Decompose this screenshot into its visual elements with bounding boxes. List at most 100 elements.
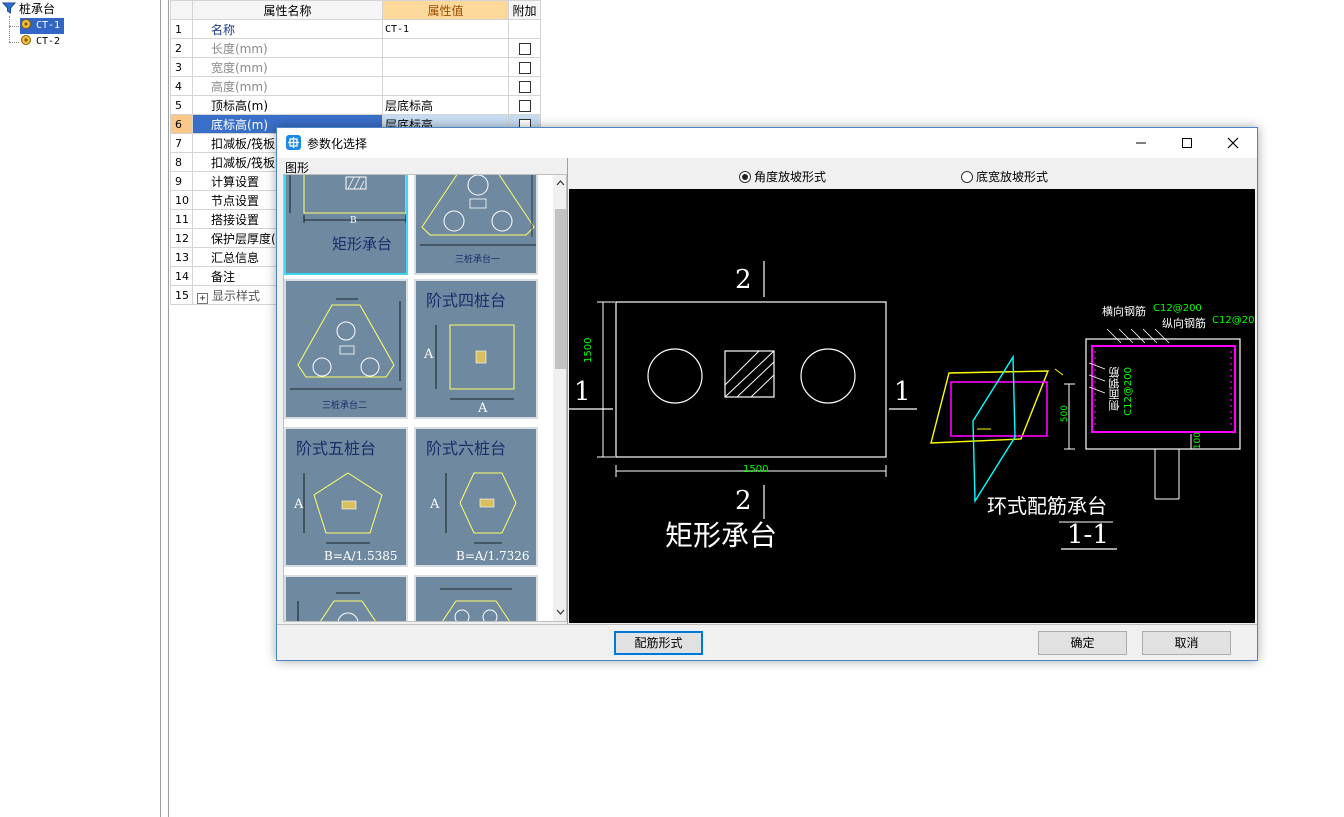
section-mark-top: 2: [735, 265, 752, 295]
plan-title: 矩形承台: [665, 519, 778, 552]
thumb-rect-drawing: [289, 175, 406, 223]
row-number: 6: [170, 114, 193, 134]
row-number: 5: [170, 95, 193, 115]
scroll-up-icon[interactable]: [553, 177, 566, 192]
rebar-longitudinal-spec: C12@200: [1212, 315, 1255, 326]
shape-gallery: B 矩形承台 三桩承台一 三桩承台二 阶式四桩台 A A 阶式五桩台 A B=A…: [283, 174, 567, 622]
section-mark-right: 1: [894, 377, 911, 407]
row-number: 3: [170, 57, 193, 77]
property-name-label: 显示样式: [212, 288, 261, 303]
row-number: 13: [170, 247, 193, 267]
tree-item-ct-1[interactable]: CT-1: [20, 18, 65, 34]
property-name: 名称: [192, 19, 383, 39]
section-label: 1-1: [1067, 520, 1109, 550]
extra-checkbox[interactable]: [518, 99, 531, 112]
property-extra: [508, 95, 541, 115]
section-mark-bottom: 2: [735, 486, 752, 516]
property-extra: [508, 38, 541, 58]
gallery-scrollbar[interactable]: [553, 175, 566, 621]
panel-splitter[interactable]: [161, 0, 169, 817]
dim-section-height: 500: [1060, 405, 1070, 423]
thumb-rect-cap[interactable]: B 矩形承台: [284, 175, 408, 275]
dim-width-label: 1500: [743, 464, 769, 475]
tree-connector: [9, 42, 19, 43]
tree-item-ct-2[interactable]: CT-2: [20, 34, 60, 50]
rebar-longitudinal-label: 纵向钢筋: [1162, 317, 1206, 330]
dialog-titlebar[interactable]: 参数化选择: [277, 128, 1257, 158]
property-row[interactable]: 2 长度(mm): [170, 38, 541, 58]
dialog-title: 参数化选择: [307, 137, 368, 151]
property-value[interactable]: CT-1: [382, 19, 509, 39]
row-number: 2: [170, 38, 193, 58]
thumb-pile-cap-8[interactable]: [414, 575, 538, 621]
thumb-title: 矩形承台: [332, 235, 393, 253]
scroll-down-icon[interactable]: [553, 606, 566, 621]
property-extra: [508, 76, 541, 96]
property-extra: [508, 57, 541, 77]
thumb-stepped-drawing: [435, 324, 515, 400]
rebar-side-label: 侧面钢筋: [1108, 367, 1121, 411]
property-name: 高度(mm): [192, 76, 383, 96]
tree-root-label: 桩承台: [19, 2, 56, 16]
maximize-icon[interactable]: [1164, 128, 1210, 158]
row-number: 15: [170, 285, 193, 305]
cad-preview-drawing: [569, 261, 1241, 550]
scroll-thumb[interactable]: [555, 209, 566, 369]
property-row[interactable]: 5 顶标高(m) 层底标高: [170, 95, 541, 115]
radio-angle-label: 角度放坡形式: [754, 170, 827, 184]
thumb-stepped-six[interactable]: 阶式六桩台 A B=A/1.7326: [414, 427, 538, 567]
thumb-three-pile-1[interactable]: 三桩承台一: [414, 175, 538, 275]
component-tree: 桩承台 CT-1 CT-2: [0, 0, 161, 817]
grid-header-name[interactable]: 属性名称: [192, 0, 383, 20]
rebar-form-button[interactable]: 配筋形式: [614, 631, 703, 655]
row-number: 7: [170, 133, 193, 153]
ok-button[interactable]: 确定: [1038, 631, 1127, 655]
property-value[interactable]: [382, 38, 509, 58]
property-row[interactable]: 3 宽度(mm): [170, 57, 541, 77]
thumb-dim-label: A: [430, 497, 440, 512]
row-number: 10: [170, 190, 193, 210]
grid-header-extra[interactable]: 附加: [508, 0, 541, 20]
property-value[interactable]: 层底标高: [382, 95, 509, 115]
tree-root[interactable]: 桩承台: [2, 1, 55, 17]
thumb-partial-drawing: [440, 588, 512, 621]
property-name: 宽度(mm): [192, 57, 383, 77]
thumb-pentagon-drawing: [303, 472, 383, 544]
footer-divider: [277, 624, 1257, 625]
app-icon: [286, 135, 301, 150]
section-title: 环式配筋承台: [987, 494, 1107, 518]
radio-unchecked-icon: [961, 171, 973, 183]
property-name: 顶标高(m): [192, 95, 383, 115]
property-row[interactable]: 4 高度(mm): [170, 76, 541, 96]
property-name: 长度(mm): [192, 38, 383, 58]
cancel-button[interactable]: 取消: [1142, 631, 1231, 655]
grid-header-num: [170, 0, 193, 20]
section-mark-left: 1: [574, 377, 591, 407]
dim-cover: 100: [1193, 432, 1203, 450]
thumb-stepped-four[interactable]: 阶式四桩台 A A: [414, 279, 538, 419]
row-number: 8: [170, 152, 193, 172]
thumb-title: 三桩承台一: [455, 255, 501, 265]
thumb-dim-label: A: [478, 401, 488, 416]
radio-angle-slope[interactable]: 角度放坡形式: [739, 168, 826, 185]
radio-width-slope[interactable]: 底宽放坡形式: [961, 168, 1048, 185]
property-row[interactable]: 1 名称 CT-1: [170, 19, 541, 39]
thumb-formula: B=A/1.7326: [456, 549, 530, 563]
extra-checkbox[interactable]: [518, 42, 531, 55]
parametric-select-dialog: 参数化选择 图形 B 矩形承台 三桩承台一 三桩承台二 阶式四桩台 A A 阶式…: [276, 127, 1258, 661]
extra-checkbox[interactable]: [518, 80, 531, 93]
thumb-partial-drawing: [297, 592, 376, 621]
thumb-three-pile-2[interactable]: 三桩承台二: [284, 279, 408, 419]
thumb-stepped-five[interactable]: 阶式五桩台 A B=A/1.5385: [284, 427, 408, 567]
thumb-pile-cap-7[interactable]: [284, 575, 408, 621]
expand-icon[interactable]: +: [197, 292, 208, 304]
property-value[interactable]: [382, 57, 509, 77]
thumb-formula: B=A/1.5385: [324, 549, 398, 563]
property-value[interactable]: [382, 76, 509, 96]
close-icon[interactable]: [1210, 128, 1256, 158]
extra-checkbox[interactable]: [518, 61, 531, 74]
grid-header-value[interactable]: 属性值: [382, 0, 509, 20]
thumb-dim-label: B: [350, 216, 357, 226]
minimize-icon[interactable]: [1118, 128, 1164, 158]
filter-icon: [2, 2, 16, 14]
